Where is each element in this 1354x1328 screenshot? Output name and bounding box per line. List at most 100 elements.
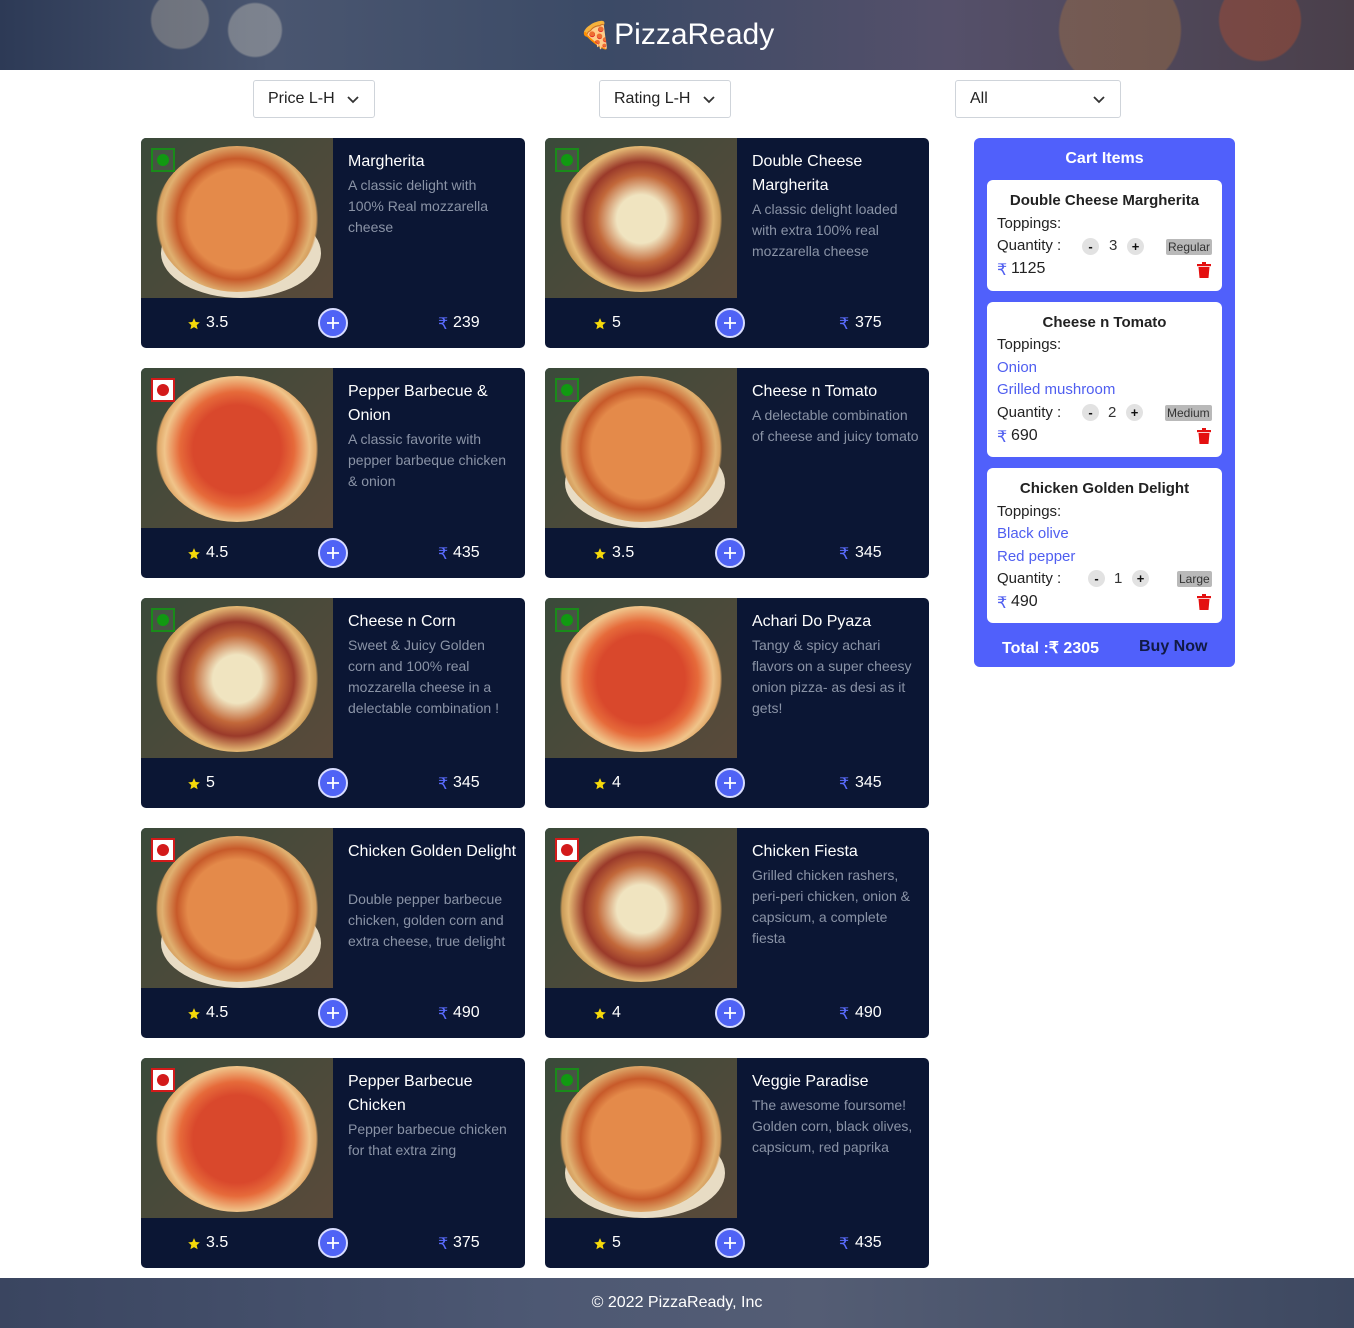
pizza-name: Cheese n Corn [348, 613, 456, 630]
rupee-icon: ₹ [997, 595, 1008, 612]
pizza-rating: 3.5 [206, 1234, 229, 1251]
pizza-description: Pepper barbecue chicken for that extra z… [348, 1121, 507, 1158]
increase-quantity-button[interactable]: + [1126, 404, 1143, 421]
add-to-cart-button[interactable] [318, 538, 348, 568]
star-icon [594, 778, 606, 790]
rupee-icon: ₹ [839, 546, 850, 563]
size-tag: Large [1177, 571, 1212, 587]
cart-item: Double Cheese Margherita Toppings: Quant… [987, 180, 1222, 291]
trash-icon[interactable] [1197, 594, 1211, 610]
type-filter-select[interactable]: All [955, 80, 1121, 118]
type-filter-value: All [970, 90, 988, 107]
cart-title: Cart Items [1065, 150, 1144, 167]
topping-item: Onion [997, 359, 1038, 376]
pizza-image [141, 598, 333, 758]
price-sort-select[interactable]: Price L-H [253, 80, 375, 118]
pizza-description: A classic favorite with pepper barbeque … [348, 431, 507, 489]
cart-item-name: Double Cheese Margherita [1009, 192, 1200, 209]
quantity-value: 2 [1108, 404, 1117, 421]
cart-item-name: Cheese n Tomato [1042, 314, 1167, 331]
pizza-price: 375 [855, 314, 882, 331]
pizza-rating: 4.5 [206, 544, 229, 561]
plus-icon [327, 547, 339, 559]
plus-icon [327, 777, 339, 789]
pizza-name: Pepper Barbecue & Onion [348, 383, 488, 424]
card-footer: 3.5 ₹ 239 [141, 298, 525, 348]
pizza-description: The awesome foursome! Golden corn, black… [752, 1097, 913, 1155]
size-tag: Medium [1165, 405, 1212, 421]
card-footer: 5 ₹ 375 [545, 298, 929, 348]
pizza-description: Tangy & spicy achari flavors on a super … [752, 637, 912, 716]
veg-indicator-icon [555, 148, 579, 172]
add-to-cart-button[interactable] [318, 998, 348, 1028]
pizza-name: Chicken Golden Delight [348, 843, 517, 860]
plus-icon [724, 1007, 736, 1019]
chevron-down-icon [703, 96, 715, 104]
trash-icon[interactable] [1197, 262, 1211, 278]
quantity-label: Quantity : [997, 237, 1062, 254]
rupee-icon: ₹ [839, 1006, 850, 1023]
increase-quantity-button[interactable]: + [1132, 570, 1149, 587]
toppings-label: Toppings: [997, 336, 1062, 353]
rupee-icon: ₹ [997, 429, 1008, 446]
card-footer: 3.5 ₹ 345 [545, 528, 929, 578]
add-to-cart-button[interactable] [715, 768, 745, 798]
veg-indicator-icon [151, 608, 175, 632]
pizza-price: 345 [855, 774, 882, 791]
plus-icon [327, 1007, 339, 1019]
pizza-description: A classic delight loaded with extra 100%… [752, 201, 898, 259]
pizza-description: A delectable combination of cheese and j… [752, 407, 919, 444]
plus-icon [327, 317, 339, 329]
buy-now-button[interactable]: Buy Now [1139, 638, 1207, 656]
star-icon [188, 318, 200, 330]
non-veg-indicator-icon [151, 378, 175, 402]
plus-icon [724, 317, 736, 329]
non-veg-indicator-icon [151, 838, 175, 862]
quantity-value: 3 [1109, 237, 1118, 254]
pizza-name: Double Cheese Margherita [752, 153, 863, 194]
pizza-name: Cheese n Tomato [752, 383, 878, 400]
rupee-icon: ₹ [839, 776, 850, 793]
topping-item: Grilled mushroom [997, 381, 1116, 398]
card-footer: 4 ₹ 490 [545, 988, 929, 1038]
pizza-description: Grilled chicken rashers, peri-peri chick… [752, 867, 910, 946]
price-sort-value: Price L-H [268, 90, 335, 107]
add-to-cart-button[interactable] [715, 998, 745, 1028]
pizza-name: Pepper Barbecue Chicken [348, 1073, 473, 1114]
card-footer: 4 ₹ 345 [545, 758, 929, 808]
add-to-cart-button[interactable] [715, 538, 745, 568]
plus-icon [724, 777, 736, 789]
rupee-icon: ₹ [438, 1236, 449, 1253]
rupee-icon: ₹ [997, 262, 1008, 279]
pizza-image [141, 828, 333, 988]
pizza-name: Margherita [348, 153, 425, 170]
rating-sort-select[interactable]: Rating L-H [599, 80, 731, 118]
plus-icon [327, 1237, 339, 1249]
add-to-cart-button[interactable] [715, 308, 745, 338]
pizza-description: Sweet & Juicy Golden corn and 100% real … [348, 637, 499, 716]
add-to-cart-button[interactable] [715, 1228, 745, 1258]
pizza-image [141, 1058, 333, 1218]
rupee-icon: ₹ [438, 546, 449, 563]
non-veg-indicator-icon [555, 838, 579, 862]
card-footer: 5 ₹ 435 [545, 1218, 929, 1268]
add-to-cart-button[interactable] [318, 768, 348, 798]
pizza-rating: 3.5 [206, 314, 229, 331]
toppings-label: Toppings: [997, 215, 1062, 232]
pizza-card: Veggie Paradise The awesome foursome! Go… [545, 1058, 929, 1268]
rupee-icon: ₹ [839, 1236, 850, 1253]
add-to-cart-button[interactable] [318, 1228, 348, 1258]
decrease-quantity-button[interactable]: - [1088, 570, 1105, 587]
veg-indicator-icon [555, 1068, 579, 1092]
increase-quantity-button[interactable]: + [1127, 238, 1144, 255]
add-to-cart-button[interactable] [318, 308, 348, 338]
brand[interactable]: 🍕 PizzaReady [580, 18, 774, 52]
decrease-quantity-button[interactable]: - [1082, 404, 1099, 421]
card-footer: 4.5 ₹ 435 [141, 528, 525, 578]
topping-item: Black olive [997, 525, 1069, 542]
cart-item: Cheese n Tomato Toppings: Onion Grilled … [987, 302, 1222, 457]
decrease-quantity-button[interactable]: - [1082, 238, 1099, 255]
trash-icon[interactable] [1197, 428, 1211, 444]
star-icon [188, 548, 200, 560]
page-footer: © 2022 PizzaReady, Inc [0, 1278, 1354, 1328]
